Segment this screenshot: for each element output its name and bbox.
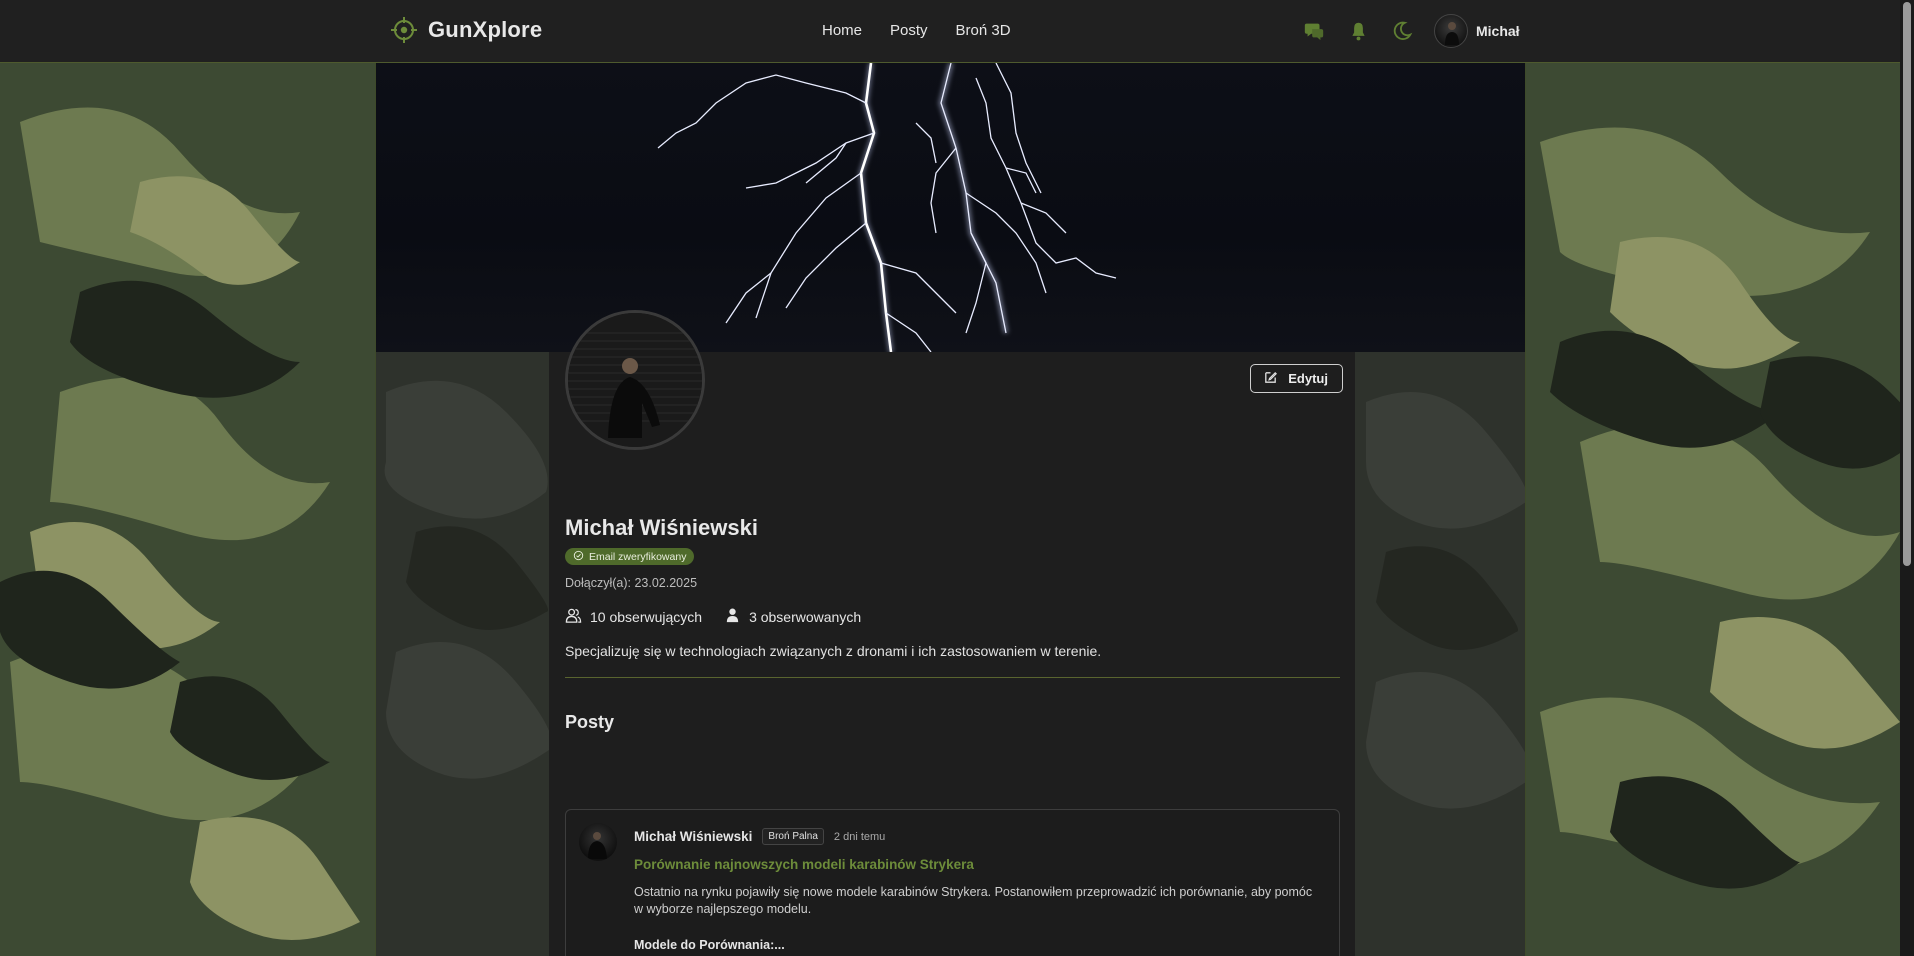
crosshair-icon bbox=[390, 16, 418, 44]
profile-page: Edytuj Michał Wiśniewski Email zweryfiko… bbox=[375, 63, 1526, 956]
followers-count: 10 obserwujących bbox=[590, 609, 703, 625]
post-more-text: Modele do Porównania:... bbox=[634, 938, 785, 952]
main-nav: Home Posty Broń 3D bbox=[822, 22, 1011, 39]
followers-link[interactable]: 10 obserwujących bbox=[565, 607, 702, 627]
users-icon bbox=[565, 607, 582, 627]
scrollbar-thumb[interactable] bbox=[1903, 2, 1911, 566]
post-timestamp: 2 dni temu bbox=[833, 830, 886, 843]
check-circle-icon bbox=[573, 550, 584, 564]
header-actions: Michał bbox=[1302, 14, 1520, 48]
avatar[interactable] bbox=[579, 823, 617, 861]
top-navigation-bar: GunXplore Home Posty Broń 3D Michał bbox=[0, 0, 1900, 63]
badge-label: Email zweryfikowany bbox=[589, 550, 687, 563]
profile-card: Edytuj Michał Wiśniewski Email zweryfiko… bbox=[549, 310, 1355, 956]
page-scrollbar[interactable] bbox=[1900, 0, 1914, 956]
post-title[interactable]: Porównanie najnowszych modeli karabinów … bbox=[634, 857, 974, 872]
post-author[interactable]: Michał Wiśniewski bbox=[634, 829, 752, 844]
post-category-tag[interactable]: Broń Palna bbox=[762, 828, 824, 845]
avatar bbox=[1434, 14, 1468, 48]
user-menu[interactable]: Michał bbox=[1434, 14, 1520, 48]
post-header: Michał Wiśniewski Broń Palna 2 dni temu bbox=[634, 828, 885, 845]
post-excerpt: Ostatnio na rynku pojawiły się nowe mode… bbox=[634, 885, 1313, 916]
status-badge: Email zweryfikowany bbox=[565, 548, 695, 565]
profile-full-name: Michał Wiśniewski bbox=[565, 515, 758, 540]
profile-bio: Specjalizuję się w technologiach związan… bbox=[565, 643, 1102, 659]
bell-icon[interactable] bbox=[1346, 19, 1370, 43]
brand-name: GunXplore bbox=[428, 17, 543, 42]
joined-date: Dołączył(a): 23.02.2025 bbox=[565, 576, 698, 590]
chat-icon[interactable] bbox=[1302, 19, 1326, 43]
pencil-icon bbox=[1263, 370, 1278, 388]
nav-posts[interactable]: Posty bbox=[890, 22, 928, 39]
moon-icon[interactable] bbox=[1390, 19, 1414, 43]
nav-3d-weapons[interactable]: Broń 3D bbox=[956, 22, 1011, 39]
profile-avatar[interactable] bbox=[565, 310, 705, 450]
nav-home[interactable]: Home bbox=[822, 22, 862, 39]
divider bbox=[565, 677, 1340, 678]
following-count: 3 obserwowanych bbox=[749, 609, 862, 625]
follow-stats: 10 obserwujących 3 obserwowanych bbox=[565, 607, 861, 627]
edit-button-label: Edytuj bbox=[1288, 371, 1328, 386]
post-card[interactable]: Michał Wiśniewski Broń Palna 2 dni temu … bbox=[565, 809, 1340, 956]
user-icon bbox=[724, 607, 741, 627]
brand-logo[interactable]: GunXplore bbox=[390, 16, 542, 44]
posts-section-title: Posty bbox=[565, 712, 615, 732]
profile-banner-image bbox=[376, 63, 1525, 352]
edit-profile-button[interactable]: Edytuj bbox=[1250, 364, 1343, 393]
user-name: Michał bbox=[1476, 23, 1520, 39]
following-link[interactable]: 3 obserwowanych bbox=[724, 607, 861, 627]
